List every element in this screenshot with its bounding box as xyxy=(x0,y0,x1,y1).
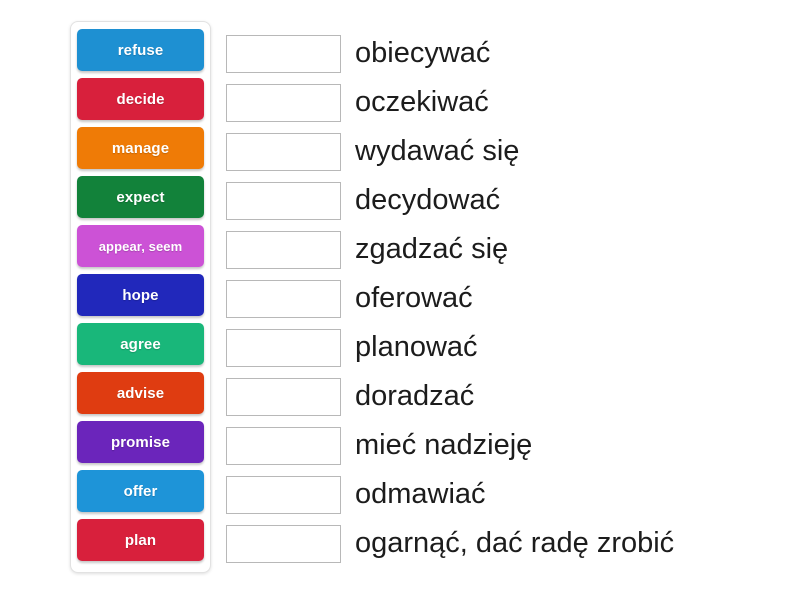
draggable-tiles-panel: refuse decide manage expect appear, seem… xyxy=(70,21,211,573)
tile-label: expect xyxy=(116,188,165,206)
answer-dropzone[interactable] xyxy=(226,83,341,122)
prompt-text: doradzać xyxy=(355,380,475,412)
prompt-text: obiecywać xyxy=(355,37,491,69)
draggable-tile-agree[interactable]: agree xyxy=(77,323,204,365)
answer-row: mieć nadzieję xyxy=(226,421,786,470)
tile-label: offer xyxy=(123,482,158,500)
draggable-tile-refuse[interactable]: refuse xyxy=(77,29,204,71)
draggable-tile-expect[interactable]: expect xyxy=(77,176,204,218)
tile-label: decide xyxy=(116,90,165,108)
draggable-tile-manage[interactable]: manage xyxy=(77,127,204,169)
answer-dropzone[interactable] xyxy=(226,132,341,171)
tile-label: promise xyxy=(110,433,171,451)
answer-dropzone[interactable] xyxy=(226,181,341,220)
draggable-tile-hope[interactable]: hope xyxy=(77,274,204,316)
answer-row: wydawać się xyxy=(226,127,786,176)
tile-label: agree xyxy=(120,335,161,353)
prompt-text: planować xyxy=(355,331,478,363)
answer-dropzone[interactable] xyxy=(226,328,341,367)
prompt-text: oczekiwać xyxy=(355,86,489,118)
answer-dropzone[interactable] xyxy=(226,475,341,514)
answer-row: ogarnąć, dać radę zrobić xyxy=(226,519,786,568)
prompt-text: wydawać się xyxy=(355,135,520,167)
answer-rows: obiecywać oczekiwać wydawać się decydowa… xyxy=(226,29,786,568)
draggable-tile-advise[interactable]: advise xyxy=(77,372,204,414)
answer-dropzone[interactable] xyxy=(226,377,341,416)
tile-label: plan xyxy=(124,531,157,549)
answer-row: planować xyxy=(226,323,786,372)
match-up-activity: refuse decide manage expect appear, seem… xyxy=(0,0,800,600)
prompt-text: odmawiać xyxy=(355,478,486,510)
draggable-tile-plan[interactable]: plan xyxy=(77,519,204,561)
draggable-tile-appear-seem[interactable]: appear, seem xyxy=(77,225,204,267)
draggable-tile-promise[interactable]: promise xyxy=(77,421,204,463)
tile-label: manage xyxy=(111,139,170,157)
draggable-tile-decide[interactable]: decide xyxy=(77,78,204,120)
answer-row: oczekiwać xyxy=(226,78,786,127)
answer-dropzone[interactable] xyxy=(226,230,341,269)
draggable-tile-offer[interactable]: offer xyxy=(77,470,204,512)
prompt-text: mieć nadzieję xyxy=(355,429,533,461)
answer-row: obiecywać xyxy=(226,29,786,78)
answer-dropzone[interactable] xyxy=(226,34,341,73)
answer-dropzone[interactable] xyxy=(226,426,341,465)
answer-row: oferować xyxy=(226,274,786,323)
tile-label: appear, seem xyxy=(98,238,183,254)
tile-label: refuse xyxy=(117,41,164,59)
prompt-text: ogarnąć, dać radę zrobić xyxy=(355,527,675,559)
prompt-text: oferować xyxy=(355,282,473,314)
answer-row: zgadzać się xyxy=(226,225,786,274)
tile-label: advise xyxy=(116,384,165,402)
prompt-text: decydować xyxy=(355,184,501,216)
answer-row: decydować xyxy=(226,176,786,225)
prompt-text: zgadzać się xyxy=(355,233,509,265)
answer-row: odmawiać xyxy=(226,470,786,519)
tile-label: hope xyxy=(122,286,159,304)
answer-dropzone[interactable] xyxy=(226,279,341,318)
answer-row: doradzać xyxy=(226,372,786,421)
answer-dropzone[interactable] xyxy=(226,524,341,563)
